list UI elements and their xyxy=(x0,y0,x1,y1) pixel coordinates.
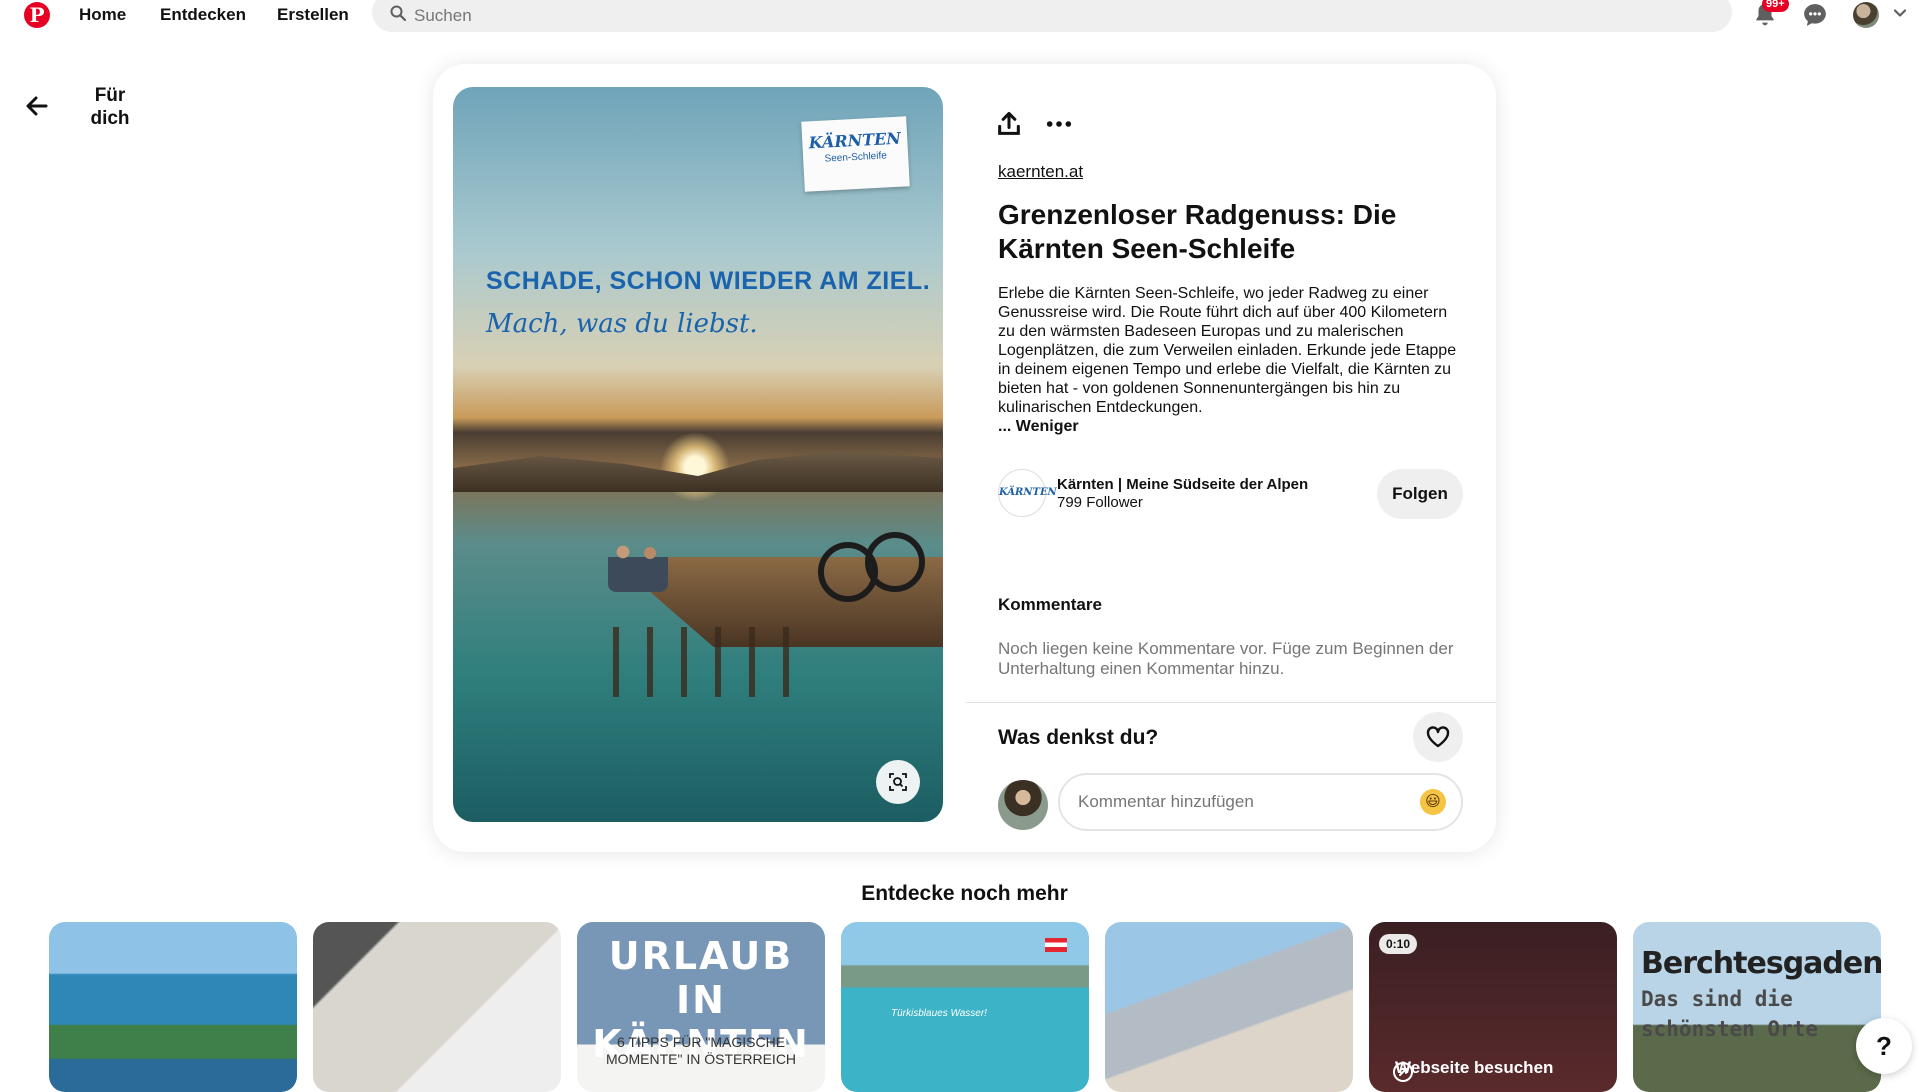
bicycle-wheel-graphic xyxy=(865,532,925,592)
related-pin[interactable]: URLAUB IN KÄRNTEN 6 TIPPS FÜR "MAGISCHE … xyxy=(577,922,825,1092)
back-label[interactable]: Für dich xyxy=(88,84,132,130)
pinterest-logo[interactable]: P xyxy=(24,2,50,28)
messages-icon[interactable] xyxy=(1802,2,1828,28)
help-button[interactable]: ? xyxy=(1856,1018,1912,1074)
related-pin-caption: Türkisblaues Wasser! xyxy=(891,1008,987,1019)
creator-avatar[interactable]: KÄRNTEN xyxy=(998,469,1057,517)
people-graphic xyxy=(608,542,668,592)
emoji-picker-button[interactable]: 😃 xyxy=(1420,789,1446,815)
comment-input[interactable] xyxy=(1058,773,1463,831)
more-options-icon[interactable] xyxy=(1045,110,1073,138)
back-arrow-icon[interactable] xyxy=(26,96,48,116)
austria-flag-icon xyxy=(1045,938,1067,952)
related-pin[interactable]: Türkisblaues Wasser! xyxy=(841,922,1089,1092)
pin-image[interactable]: KÄRNTEN Seen-Schleife SCHADE, SCHON WIED… xyxy=(453,87,943,822)
related-pin-subtitle: Das sind die schönsten Orte xyxy=(1641,987,1819,1041)
visual-search-button[interactable] xyxy=(876,760,920,804)
pin-description-text: Erlebe die Kärnten Seen-Schleife, wo jed… xyxy=(998,285,1457,416)
pin-title: Grenzenloser Radgenuss: Die Kärnten Seen… xyxy=(998,199,1397,264)
visit-website-label[interactable]: Webseite besuchen xyxy=(1395,1058,1553,1078)
creator-name[interactable]: Kärnten | Meine Südseite der Alpen xyxy=(1057,476,1308,493)
related-pin-video[interactable]: 0:10 Webseite besuchen xyxy=(1369,922,1617,1092)
video-duration-badge: 0:10 xyxy=(1379,934,1418,954)
image-tagline: Mach, was du liebst. xyxy=(486,309,758,339)
image-headline: SCHADE, SCHON WIEDER AM ZIEL. xyxy=(486,267,931,295)
search-icon xyxy=(390,5,406,21)
profile-avatar[interactable] xyxy=(1853,2,1879,28)
related-pin-subtitle: 6 TIPPS FÜR "MAGISCHE MOMENTE" IN ÖSTERR… xyxy=(605,1034,797,1067)
related-pin[interactable] xyxy=(313,922,561,1092)
current-user-avatar xyxy=(998,780,1048,830)
nav-explore-link[interactable]: Entdecken xyxy=(160,5,246,25)
react-button[interactable] xyxy=(1413,712,1463,762)
heart-icon xyxy=(1426,726,1450,748)
nav-create-link[interactable]: Erstellen xyxy=(277,5,349,25)
divider xyxy=(966,702,1496,703)
related-pin[interactable] xyxy=(49,922,297,1092)
more-heading: Entdecke noch mehr xyxy=(861,882,1068,905)
related-pin[interactable] xyxy=(1105,922,1353,1092)
creator-avatar-text: KÄRNTEN xyxy=(999,487,1057,498)
comments-empty-text: Noch liegen keine Kommentare vor. Füge z… xyxy=(998,639,1454,678)
top-navigation: P Home Entdecken Erstellen Suchen 99+ xyxy=(0,0,1920,32)
nav-home-link[interactable]: Home xyxy=(79,5,126,25)
follow-button[interactable]: Folgen xyxy=(1377,469,1463,519)
visual-search-icon xyxy=(889,773,907,791)
search-placeholder: Suchen xyxy=(414,6,472,25)
show-less-link[interactable]: ... Weniger xyxy=(998,418,1079,435)
reaction-question: Was denkst du? xyxy=(998,726,1159,749)
share-icon[interactable] xyxy=(995,110,1023,138)
brand-sticker: KÄRNTEN Seen-Schleife xyxy=(801,116,910,192)
related-pin-title: Berchtesgaden xyxy=(1641,946,1881,981)
notification-badge: 99+ xyxy=(1762,0,1789,12)
pier-posts-graphic xyxy=(613,627,813,697)
creator-follower-count: 799 Follower xyxy=(1057,494,1143,511)
search-bar[interactable]: Suchen xyxy=(372,0,1732,32)
chevron-down-icon[interactable] xyxy=(1893,6,1907,20)
source-domain-link[interactable]: kaernten.at xyxy=(998,162,1083,182)
pin-description: Erlebe die Kärnten Seen-Schleife, wo jed… xyxy=(998,284,1458,436)
related-pin[interactable]: Berchtesgaden Das sind die schönsten Ort… xyxy=(1633,922,1881,1092)
comments-heading: Kommentare xyxy=(998,595,1102,614)
